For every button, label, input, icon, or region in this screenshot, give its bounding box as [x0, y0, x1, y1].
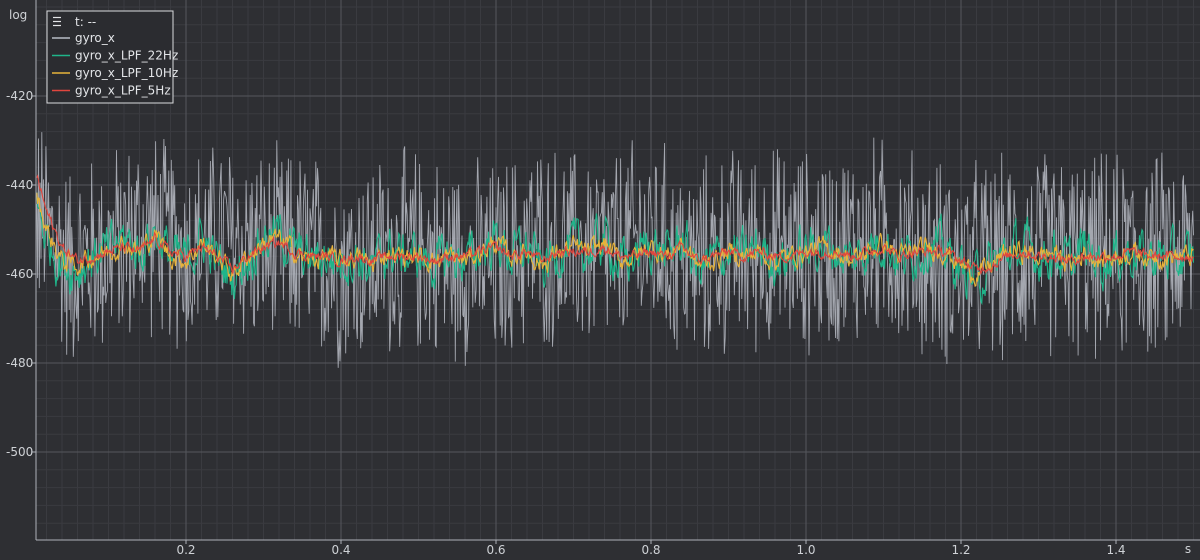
- legend-header: t: --: [75, 15, 96, 29]
- chart-root: -420 -440 -460 -480 -500 0.2 0.4 0.6 0.8 1.0 1.2 1…: [0, 0, 1200, 560]
- x-tick-label: 0.4: [331, 543, 350, 557]
- legend-label: gyro_x: [75, 31, 115, 45]
- chart-svg[interactable]: -420 -440 -460 -480 -500 0.2 0.4 0.6 0.8 1.0 1.2 1…: [0, 0, 1200, 560]
- x-tick-label: 1.2: [951, 543, 970, 557]
- y-axis-label: log: [9, 8, 27, 22]
- x-tick-label: 1.0: [796, 543, 815, 557]
- y-tick-label: -480: [6, 356, 33, 370]
- legend[interactable]: t: -- gyro_x gyro_x_LPF_22Hz gyro_x_LPF_10…: [46, 10, 178, 104]
- legend-label: gyro_x_LPF_5Hz: [75, 84, 171, 98]
- y-tick-label: -440: [6, 178, 33, 192]
- x-axis-ticks: 0.2 0.4 0.6 0.8 1.0 1.2 1.4: [176, 540, 1126, 557]
- y-tick-label: -420: [6, 89, 33, 103]
- y-axis-ticks: -420 -440 -460 -480 -500: [6, 89, 36, 459]
- x-tick-label: 0.2: [176, 543, 195, 557]
- y-tick-label: -460: [6, 267, 33, 281]
- x-axis-unit: s: [1185, 542, 1191, 556]
- x-tick-label: 1.4: [1106, 543, 1125, 557]
- y-tick-label: -500: [6, 445, 33, 459]
- x-tick-label: 0.6: [486, 543, 505, 557]
- x-tick-label: 0.8: [641, 543, 660, 557]
- legend-label: gyro_x_LPF_22Hz: [75, 49, 178, 63]
- legend-label: gyro_x_LPF_10Hz: [75, 66, 178, 80]
